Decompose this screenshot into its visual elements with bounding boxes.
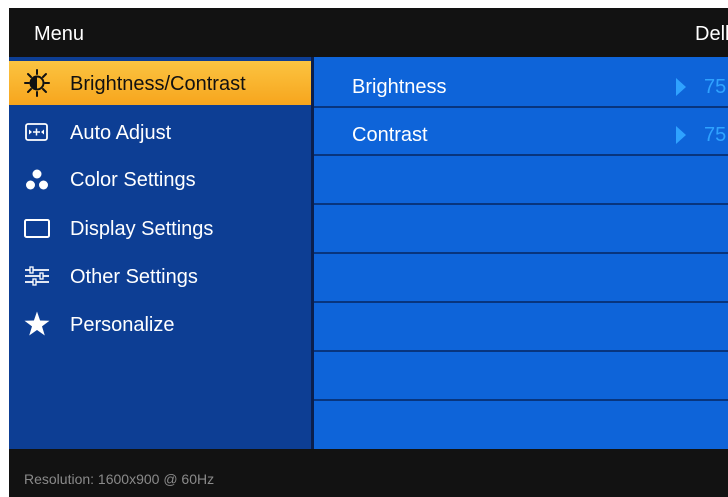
menu-item-label: Brightness/Contrast bbox=[70, 73, 246, 95]
settings-row-empty bbox=[314, 253, 728, 299]
setting-value: 75 bbox=[704, 124, 727, 146]
menu-item-label: Auto Adjust bbox=[70, 122, 172, 144]
row-divider bbox=[314, 203, 728, 205]
row-divider bbox=[314, 301, 728, 303]
menu-item-brightness-contrast[interactable]: Brightness/Contrast bbox=[9, 61, 311, 105]
row-divider bbox=[314, 154, 728, 156]
status-bar: Resolution: 1600x900 @ 60Hz bbox=[9, 449, 728, 497]
setting-label: Contrast bbox=[352, 124, 428, 146]
settings-row-contrast[interactable]: Contrast 75 bbox=[314, 109, 728, 155]
arrow-right-icon bbox=[676, 78, 686, 96]
brightness-icon bbox=[24, 69, 50, 97]
menu-item-color-settings[interactable]: Color Settings bbox=[9, 157, 311, 201]
main-menu: Brightness/Contrast Auto Adjust Color Se… bbox=[9, 57, 311, 449]
row-divider bbox=[314, 252, 728, 254]
row-divider bbox=[314, 399, 728, 401]
settings-row-empty bbox=[314, 301, 728, 347]
other-settings-icon bbox=[25, 266, 49, 286]
menu-item-other-settings[interactable]: Other Settings bbox=[9, 254, 311, 298]
resolution-status: Resolution: 1600x900 @ 60Hz bbox=[24, 471, 215, 487]
settings-row-brightness[interactable]: Brightness 75 bbox=[314, 61, 728, 107]
menu-title: Menu bbox=[34, 23, 85, 45]
menu-item-label: Display Settings bbox=[70, 218, 214, 240]
menu-item-auto-adjust[interactable]: Auto Adjust bbox=[9, 110, 311, 154]
row-divider bbox=[314, 106, 728, 108]
brand-label: Dell bbox=[695, 23, 728, 45]
row-divider bbox=[314, 350, 728, 352]
left-border bbox=[0, 0, 9, 497]
menu-item-label: Other Settings bbox=[70, 266, 198, 288]
color-settings-icon bbox=[26, 169, 48, 190]
settings-row-empty bbox=[314, 205, 728, 251]
display-settings-icon bbox=[24, 219, 50, 238]
menu-item-label: Color Settings bbox=[70, 169, 196, 191]
arrow-right-icon bbox=[676, 126, 686, 144]
setting-label: Brightness bbox=[352, 76, 447, 98]
menu-item-display-settings[interactable]: Display Settings bbox=[9, 206, 311, 250]
settings-row-empty bbox=[314, 349, 728, 395]
menu-item-personalize[interactable]: Personalize bbox=[9, 302, 311, 346]
settings-row-empty bbox=[314, 397, 728, 443]
osd-menu-window: Menu Dell Brightness/Contrast Auto Adjus… bbox=[0, 0, 728, 497]
auto-adjust-icon bbox=[25, 123, 48, 141]
header-bar: Menu Dell bbox=[9, 8, 728, 57]
star-icon bbox=[24, 311, 50, 336]
menu-item-label: Personalize bbox=[70, 314, 175, 336]
settings-row-empty bbox=[314, 157, 728, 203]
setting-value: 75 bbox=[704, 76, 727, 98]
